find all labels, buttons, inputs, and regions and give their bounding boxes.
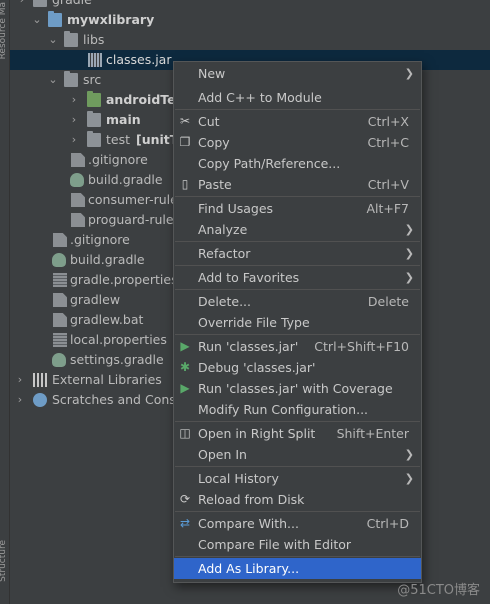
properties-icon: [53, 333, 67, 347]
libraries-icon: [33, 373, 47, 387]
menu-item-find-usages[interactable]: Find Usages Alt+F7: [174, 198, 421, 219]
expand-arrow-icon[interactable]: ›: [69, 90, 79, 110]
menu-item-new[interactable]: New ❯: [174, 63, 421, 84]
menu-item-compare-with[interactable]: ⇄ Compare With... Ctrl+D: [174, 513, 421, 534]
debug-bug-icon: ✱: [179, 360, 191, 374]
file-icon: [53, 233, 67, 247]
folder-icon: [87, 111, 101, 127]
resource-manager-tab[interactable]: Resource Ma: [0, 2, 8, 59]
folder-icon: [87, 131, 101, 147]
run-icon: ▶: [180, 339, 190, 353]
menu-separator: [175, 466, 420, 467]
file-icon: [71, 193, 85, 207]
collapse-arrow-icon[interactable]: ⌄: [32, 10, 42, 30]
clipboard-icon: ▯: [181, 177, 189, 191]
properties-icon: [53, 273, 67, 287]
submenu-arrow-icon: ❯: [404, 448, 414, 461]
menu-item-copy[interactable]: ❐ Copy Ctrl+C: [174, 132, 421, 153]
menu-item-add-as-library[interactable]: Add As Library...: [174, 558, 421, 579]
menu-separator: [175, 109, 420, 110]
context-menu: New ❯ Add C++ to Module ✂ Cut Ctrl+X ❐ C…: [173, 61, 422, 583]
coverage-icon: ▶: [180, 381, 190, 395]
menu-item-add-favorites[interactable]: Add to Favorites ❯: [174, 267, 421, 288]
scissors-icon: ✂: [179, 114, 191, 128]
structure-tab[interactable]: Structure: [0, 540, 8, 582]
menu-item-analyze[interactable]: Analyze ❯: [174, 219, 421, 240]
file-icon: [71, 213, 85, 227]
menu-item-open-right-split[interactable]: ◫ Open in Right Split Shift+Enter: [174, 423, 421, 444]
folder-icon: [64, 71, 78, 87]
watermark: @51CTO博客: [397, 583, 480, 598]
menu-separator: [175, 511, 420, 512]
test-folder-icon: [87, 91, 101, 107]
menu-separator: [175, 265, 420, 266]
collapse-arrow-icon[interactable]: ⌄: [48, 30, 58, 50]
menu-item-debug[interactable]: ✱ Debug 'classes.jar': [174, 357, 421, 378]
menu-item-reload[interactable]: ⟳ Reload from Disk: [174, 489, 421, 510]
menu-item-run-coverage[interactable]: ▶ Run 'classes.jar' with Coverage: [174, 378, 421, 399]
compare-icon: ⇄: [179, 516, 191, 530]
file-icon: [53, 293, 67, 307]
expand-arrow-icon[interactable]: ›: [69, 130, 79, 150]
menu-separator: [175, 334, 420, 335]
collapse-arrow-icon[interactable]: ⌄: [48, 70, 58, 90]
menu-separator: [175, 556, 420, 557]
menu-item-run[interactable]: ▶ Run 'classes.jar' Ctrl+Shift+F10: [174, 336, 421, 357]
menu-separator: [175, 241, 420, 242]
menu-item-override-type[interactable]: Override File Type: [174, 312, 421, 333]
scratches-icon: [33, 393, 47, 407]
gradle-icon: [52, 253, 66, 267]
submenu-arrow-icon: ❯: [404, 247, 414, 260]
menu-item-add-cpp[interactable]: Add C++ to Module: [174, 87, 421, 108]
module-folder-icon: [48, 11, 62, 27]
gradle-icon: [52, 353, 66, 367]
gradle-icon: [70, 173, 84, 187]
copy-icon: ❐: [179, 135, 191, 149]
menu-separator: [175, 421, 420, 422]
menu-separator: [175, 196, 420, 197]
menu-item-delete[interactable]: Delete... Delete: [174, 291, 421, 312]
menu-item-cut[interactable]: ✂ Cut Ctrl+X: [174, 111, 421, 132]
menu-item-refactor[interactable]: Refactor ❯: [174, 243, 421, 264]
folder-icon: [33, 0, 47, 7]
reload-icon: ⟳: [179, 492, 191, 506]
tool-window-strip: Resource Ma Structure: [0, 0, 10, 604]
menu-item-copy-path[interactable]: Copy Path/Reference...: [174, 153, 421, 174]
expand-arrow-icon[interactable]: ›: [15, 370, 25, 390]
expand-arrow-icon[interactable]: ›: [69, 110, 79, 130]
menu-item-modify-run[interactable]: Modify Run Configuration...: [174, 399, 421, 420]
tree-row-libs[interactable]: ⌄ libs: [10, 30, 490, 50]
submenu-arrow-icon: ❯: [404, 472, 414, 485]
menu-separator: [175, 289, 420, 290]
menu-item-paste[interactable]: ▯ Paste Ctrl+V: [174, 174, 421, 195]
menu-item-compare-editor[interactable]: Compare File with Editor: [174, 534, 421, 555]
tree-row-gradle[interactable]: › gradle: [10, 0, 490, 10]
jar-icon: [88, 53, 102, 67]
tree-row-mywxlibrary[interactable]: ⌄ mywxlibrary: [10, 10, 490, 30]
file-icon: [71, 153, 85, 167]
submenu-arrow-icon: ❯: [404, 223, 414, 236]
menu-item-open-in[interactable]: Open In ❯: [174, 444, 421, 465]
menu-item-local-history[interactable]: Local History ❯: [174, 468, 421, 489]
submenu-arrow-icon: ❯: [404, 271, 414, 284]
expand-arrow-icon[interactable]: ›: [17, 0, 27, 10]
folder-icon: [64, 31, 78, 47]
expand-arrow-icon[interactable]: ›: [15, 390, 25, 410]
submenu-arrow-icon: ❯: [404, 67, 414, 80]
split-icon: ◫: [179, 426, 191, 440]
file-icon: [53, 313, 67, 327]
